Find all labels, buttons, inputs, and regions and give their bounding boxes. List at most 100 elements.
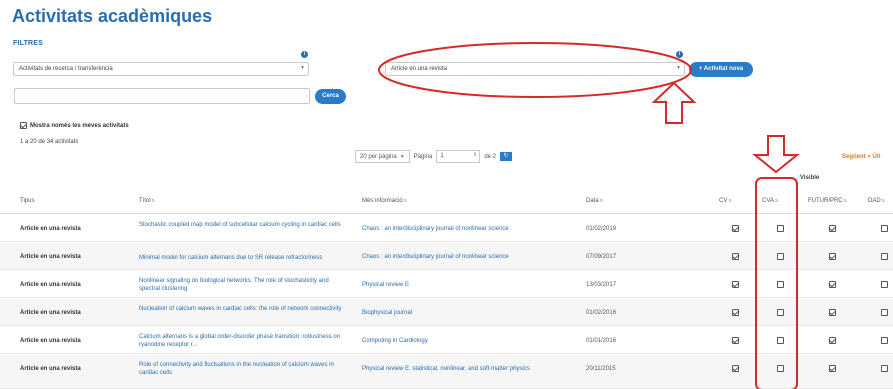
column-dad[interactable]: DAD⇅ [868,198,885,204]
sort-icon: ⇅ [151,198,156,203]
dad-checkbox-box[interactable] [881,365,888,372]
row-info-link[interactable]: Physical review E: statistical, nonlinea… [362,366,530,372]
search-input[interactable] [14,88,310,104]
only-new-checkbox[interactable] [20,122,27,129]
category-select[interactable]: Activitats de recerca / transferència ▼ [13,62,309,76]
cva-checkbox-box[interactable] [777,365,784,372]
only-new-toggle[interactable]: Mostra només les meves activitats [20,122,129,129]
new-activity-button[interactable]: + Activitat nova [689,62,753,77]
row-title-link[interactable]: Calcium alternans is a global order-diso… [139,333,351,349]
cv-checkbox[interactable] [732,281,739,288]
futur-checkbox[interactable] [829,365,836,372]
cv-checkbox[interactable] [732,337,739,344]
spinner-icon[interactable]: ⇕ [473,152,477,158]
dad-checkbox[interactable] [881,365,888,372]
futur-checkbox[interactable] [829,281,836,288]
only-new-label: Mostra només les meves activitats [30,122,129,129]
info-icon[interactable]: i [676,51,683,58]
cva-checkbox-box[interactable] [777,337,784,344]
row-type: Article en una revista [20,310,81,316]
cv-checkbox-box[interactable] [732,225,739,232]
dad-checkbox[interactable] [881,337,888,344]
cva-checkbox[interactable] [777,253,784,260]
row-info-link[interactable]: Chaos : an interdisciplinary journal of … [362,226,509,232]
cva-checkbox[interactable] [777,281,784,288]
cva-checkbox-box[interactable] [777,281,784,288]
cva-checkbox-box[interactable] [777,309,784,316]
cv-checkbox-box[interactable] [732,281,739,288]
next-page-link[interactable]: Següent » Últ [842,154,880,160]
info-icon[interactable]: i [301,51,308,58]
page-number-input[interactable]: 1 ⇕ [436,150,481,163]
dad-checkbox[interactable] [881,225,888,232]
futur-checkbox[interactable] [829,309,836,316]
row-title-link[interactable]: Role of connectivity and fluctuations in… [139,361,351,377]
table-header: Tipus Títol⇅ Més informació⇅ Data⇅ CV⇅ C… [0,190,893,214]
subtype-select[interactable]: Article en una revista ▼ [385,62,685,76]
row-info-link[interactable]: Physical review E [362,282,409,288]
cv-checkbox[interactable] [732,365,739,372]
futur-checkbox-box[interactable] [829,225,836,232]
dad-checkbox[interactable] [881,309,888,316]
arrow-down-icon [752,135,800,174]
sort-icon: ⇅ [599,198,604,203]
cva-checkbox-box[interactable] [777,253,784,260]
sort-icon: ⇅ [403,198,408,203]
column-data[interactable]: Data⇅ [586,198,603,204]
row-title-link[interactable]: Nucleation of calcium waves in cardiac c… [139,305,351,313]
subtype-select-value: Article en una revista [391,66,448,72]
dad-checkbox-box[interactable] [881,309,888,316]
cv-checkbox[interactable] [732,253,739,260]
row-date: 20/11/2015 [586,366,616,372]
futur-checkbox-box[interactable] [829,365,836,372]
search-button[interactable]: Cerca [315,89,346,104]
cva-checkbox-box[interactable] [777,225,784,232]
cva-checkbox[interactable] [777,225,784,232]
dad-checkbox-box[interactable] [881,281,888,288]
row-title-link[interactable]: Stochastic coupled map model of subcellu… [139,221,351,229]
dad-checkbox-box[interactable] [881,225,888,232]
dad-checkbox[interactable] [881,253,888,260]
row-title-link[interactable]: Minimal model for calcium alternans due … [139,254,369,262]
futur-checkbox[interactable] [829,337,836,344]
cv-checkbox-box[interactable] [732,337,739,344]
cv-checkbox-box[interactable] [732,309,739,316]
futur-checkbox-box[interactable] [829,281,836,288]
row-date: 01/02/2016 [586,310,617,316]
cva-checkbox[interactable] [777,365,784,372]
column-futur-label: FUTUR/PRC [808,198,843,204]
futur-checkbox-box[interactable] [829,337,836,344]
column-cv[interactable]: CV⇅ [719,198,732,204]
column-cva[interactable]: CVA⇅ [762,198,778,204]
arrow-up-icon [651,81,697,124]
row-info-link[interactable]: Biophysical journal [362,310,412,316]
cva-checkbox[interactable] [777,337,784,344]
column-tipus[interactable]: Tipus [20,198,34,204]
table-row: Article en una revista Nucleation of cal… [0,299,893,326]
dad-checkbox-box[interactable] [881,337,888,344]
futur-checkbox-box[interactable] [829,253,836,260]
dad-checkbox-box[interactable] [881,253,888,260]
row-type: Article en una revista [20,366,81,372]
cv-checkbox[interactable] [732,225,739,232]
futur-checkbox[interactable] [829,225,836,232]
column-info-label: Més informació [362,198,403,204]
futur-checkbox[interactable] [829,253,836,260]
row-title-link[interactable]: Nonlinear signaling on biological networ… [139,277,351,293]
refresh-icon[interactable]: ↻ [500,152,513,161]
chevron-down-icon: ▼ [300,65,305,71]
per-page-select[interactable]: 20 per pàgina ▼ [355,150,410,163]
table-row: Article en una revista Role of connectiv… [0,355,893,389]
dad-checkbox[interactable] [881,281,888,288]
cv-checkbox-box[interactable] [732,365,739,372]
column-titol[interactable]: Títol⇅ [139,198,155,204]
futur-checkbox-box[interactable] [829,309,836,316]
row-info-link[interactable]: Computing in Cardiology [362,338,428,344]
column-info[interactable]: Més informació⇅ [362,198,407,204]
cv-checkbox[interactable] [732,309,739,316]
column-data-label: Data [586,198,599,204]
cva-checkbox[interactable] [777,309,784,316]
column-futur[interactable]: FUTUR/PRC⇅ [808,198,847,204]
row-info-link[interactable]: Chaos : an interdisciplinary journal of … [362,254,509,260]
cv-checkbox-box[interactable] [732,253,739,260]
